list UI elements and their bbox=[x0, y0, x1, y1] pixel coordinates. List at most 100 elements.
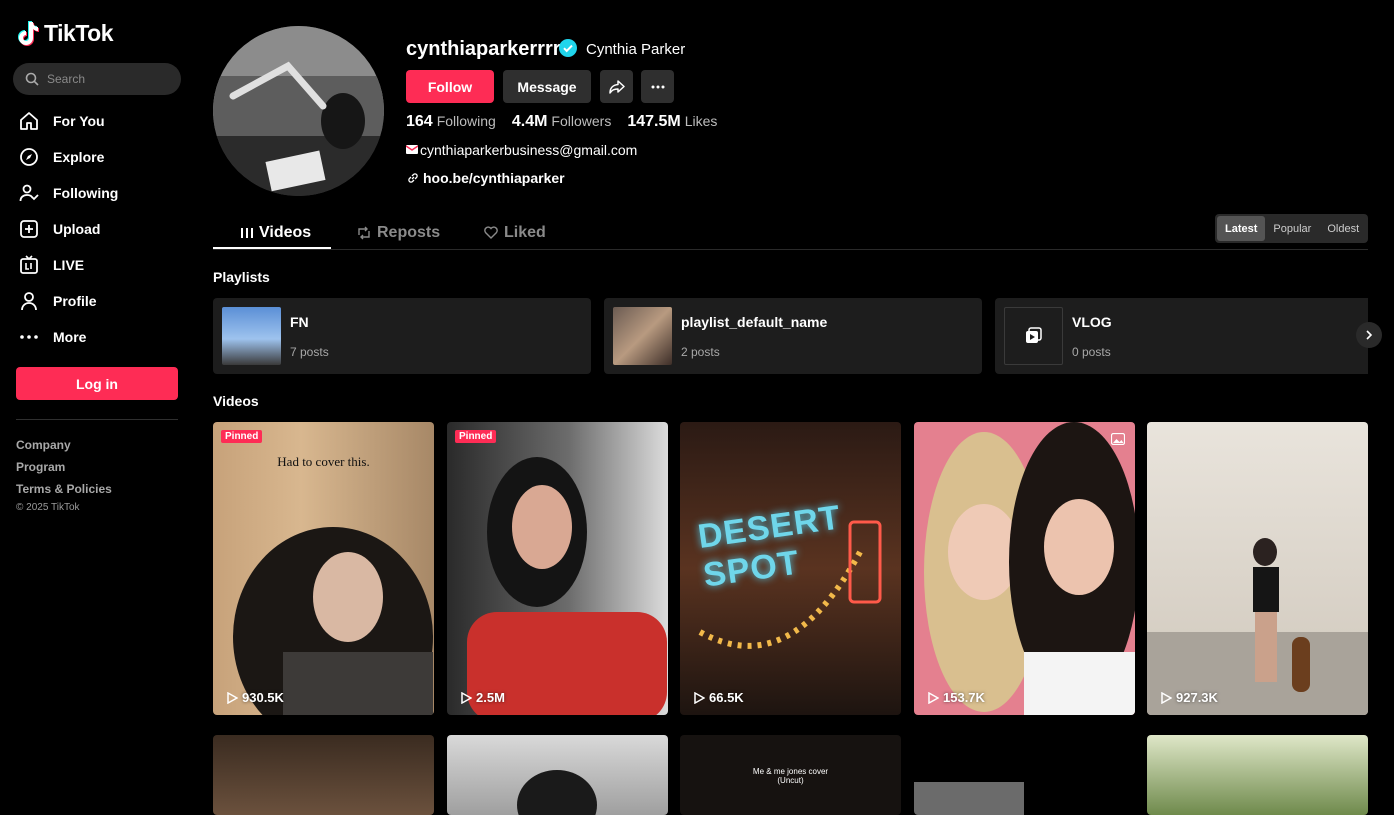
stat-value: 4.4M bbox=[511, 113, 548, 130]
video-card[interactable]: 927.3K bbox=[1147, 422, 1368, 715]
nav-for-you[interactable]: For You bbox=[16, 103, 186, 139]
login-button[interactable]: Log in bbox=[16, 367, 178, 400]
video-card[interactable]: Me & me jones cover (Uncut) bbox=[680, 735, 901, 815]
playlist-card[interactable]: FN 7 posts bbox=[213, 298, 591, 374]
video-card[interactable]: 153.7K bbox=[914, 422, 1135, 715]
nav-label: LIVE bbox=[53, 257, 85, 273]
sort-oldest[interactable]: Oldest bbox=[1319, 216, 1367, 241]
play-icon bbox=[461, 691, 472, 704]
stat-likes: 147.5M Likes bbox=[627, 113, 717, 131]
tiktok-logo-icon bbox=[18, 20, 39, 46]
playlist-thumbnail bbox=[613, 307, 672, 365]
profile-link[interactable]: hoo.be/cynthiaparker bbox=[407, 170, 565, 186]
nav-more[interactable]: More bbox=[16, 319, 186, 355]
video-card[interactable]: Pinned Had to cover this. 930.5K bbox=[213, 422, 434, 715]
nav-label: Explore bbox=[53, 149, 105, 165]
video-views: 930.5K bbox=[227, 690, 284, 705]
playlist-count: 2 posts bbox=[681, 345, 720, 359]
stat-label: Following bbox=[436, 113, 496, 129]
nav-explore[interactable]: Explore bbox=[16, 139, 186, 175]
tab-reposts[interactable]: Reposts bbox=[357, 216, 440, 249]
sidebar: TikTok For You Explore Following Upload … bbox=[0, 0, 194, 800]
tab-liked[interactable]: Liked bbox=[484, 216, 546, 249]
stat-label: Followers bbox=[551, 113, 612, 129]
video-card[interactable] bbox=[914, 735, 1135, 815]
play-icon bbox=[1161, 691, 1172, 704]
playlist-card[interactable]: VLOG 0 posts bbox=[995, 298, 1368, 374]
footer-link-company[interactable]: Company bbox=[16, 434, 112, 456]
upload-icon bbox=[20, 220, 38, 238]
search-input[interactable] bbox=[47, 72, 167, 86]
video-views: 66.5K bbox=[694, 690, 744, 705]
footer-link-program[interactable]: Program bbox=[16, 456, 112, 478]
video-views: 927.3K bbox=[1161, 690, 1218, 705]
play-icon bbox=[227, 691, 238, 704]
profile-username: cynthiaparkerrrr bbox=[406, 38, 561, 60]
link-icon bbox=[408, 173, 418, 183]
video-thumbnail bbox=[467, 457, 667, 715]
playlist-title: VLOG bbox=[1072, 314, 1112, 330]
video-views: 153.7K bbox=[928, 690, 985, 705]
video-card[interactable] bbox=[447, 735, 668, 815]
live-icon bbox=[20, 255, 38, 274]
stat-following[interactable]: 164 Following bbox=[406, 113, 496, 131]
sort-popular[interactable]: Popular bbox=[1265, 216, 1319, 241]
playlists-row: FN 7 posts playlist_default_name 2 posts… bbox=[213, 298, 1368, 375]
profile-link-text: hoo.be/cynthiaparker bbox=[423, 170, 565, 186]
play-icon bbox=[694, 691, 705, 704]
nav-label: Profile bbox=[53, 293, 97, 309]
video-card[interactable]: DESERT SPOT 66.5K bbox=[680, 422, 901, 715]
photo-post-icon bbox=[1111, 433, 1125, 445]
active-tab-indicator bbox=[213, 247, 331, 249]
video-thumbnail bbox=[914, 782, 1024, 815]
play-icon bbox=[928, 691, 939, 704]
chevron-right-icon bbox=[1366, 330, 1373, 340]
share-button[interactable] bbox=[600, 70, 633, 103]
avatar[interactable] bbox=[213, 26, 384, 196]
repost-icon bbox=[358, 226, 370, 239]
playlist-card[interactable]: playlist_default_name 2 posts bbox=[604, 298, 982, 374]
nav-label: Upload bbox=[53, 221, 101, 237]
nav-following[interactable]: Following bbox=[16, 175, 186, 211]
search-bar[interactable] bbox=[13, 63, 181, 95]
playlists-heading: Playlists bbox=[213, 269, 270, 285]
video-card[interactable]: Pinned 2.5M bbox=[447, 422, 668, 715]
stat-followers[interactable]: 4.4M Followers bbox=[512, 113, 611, 131]
view-count: 66.5K bbox=[709, 690, 744, 705]
tab-label: Liked bbox=[504, 223, 546, 241]
videos-heading: Videos bbox=[213, 393, 259, 409]
playlist-thumbnail bbox=[1004, 307, 1063, 365]
footer-link-terms[interactable]: Terms & Policies bbox=[16, 478, 112, 500]
pinned-badge: Pinned bbox=[455, 430, 497, 443]
video-card[interactable] bbox=[213, 735, 434, 815]
verified-badge-icon bbox=[559, 39, 577, 57]
sidebar-divider bbox=[16, 419, 178, 420]
view-count: 930.5K bbox=[242, 690, 284, 705]
message-button[interactable]: Message bbox=[503, 70, 591, 103]
playlists-next-button[interactable] bbox=[1356, 322, 1382, 348]
nav-label: Following bbox=[53, 185, 119, 201]
profile-bio: cynthiaparkerbusiness@gmail.com bbox=[406, 142, 637, 158]
follow-button[interactable]: Follow bbox=[406, 70, 494, 103]
sort-latest[interactable]: Latest bbox=[1217, 216, 1266, 241]
video-caption: Me & me jones cover (Uncut) bbox=[752, 767, 829, 785]
nav-profile[interactable]: Profile bbox=[16, 283, 186, 319]
more-options-button[interactable] bbox=[641, 70, 674, 103]
nav-label: For You bbox=[53, 113, 105, 129]
tab-videos[interactable]: Videos bbox=[241, 216, 311, 249]
copyright: © 2025 TikTok bbox=[16, 502, 80, 513]
envelope-icon bbox=[406, 145, 418, 154]
sidebar-footer: Company Program Terms & Policies © 2025 … bbox=[16, 434, 112, 516]
video-card[interactable] bbox=[1147, 735, 1368, 815]
nav-live[interactable]: LIVE bbox=[16, 247, 186, 283]
playlist-thumbnail bbox=[222, 307, 281, 365]
playlist-title: FN bbox=[290, 314, 309, 330]
heart-icon bbox=[484, 226, 498, 239]
tiktok-logo[interactable]: TikTok bbox=[18, 20, 114, 47]
playlist-count: 7 posts bbox=[290, 345, 329, 359]
profile-tabs: Videos Reposts Liked bbox=[213, 216, 1368, 250]
profile-stats: 164 Following 4.4M Followers 147.5M Likes bbox=[406, 113, 717, 131]
search-icon bbox=[25, 72, 39, 86]
nav-upload[interactable]: Upload bbox=[16, 211, 186, 247]
video-thumbnail bbox=[924, 422, 1135, 715]
